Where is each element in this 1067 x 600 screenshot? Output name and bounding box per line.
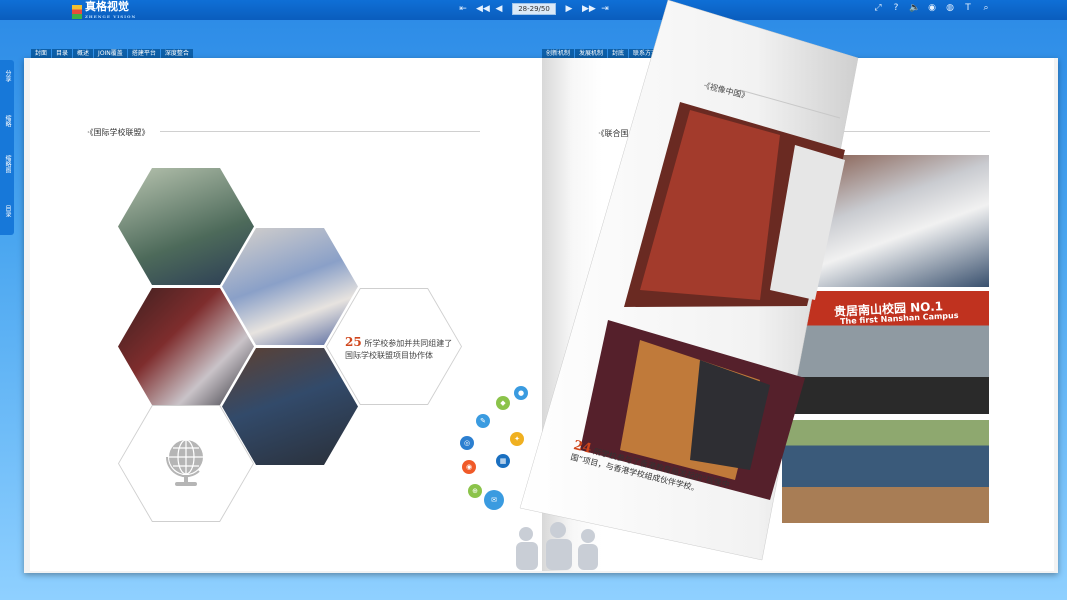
- turning-page[interactable]: [0, 0, 1067, 600]
